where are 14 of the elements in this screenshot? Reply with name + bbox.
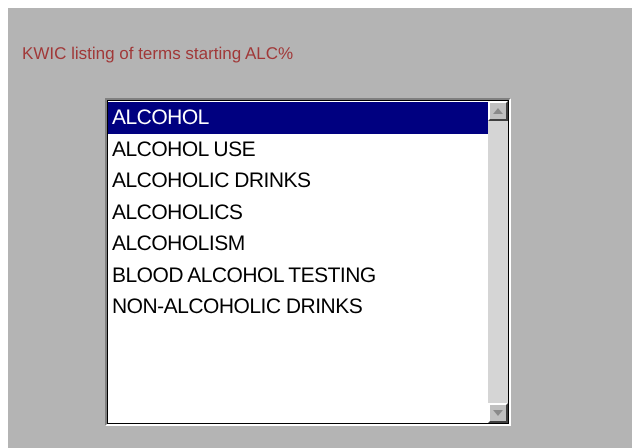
list-item[interactable]: ALCOHOL: [108, 102, 488, 134]
list-item[interactable]: ALCOHOL USE: [108, 134, 488, 165]
up-triangle-icon: [493, 108, 503, 114]
list-item[interactable]: ALCOHOLICS: [108, 196, 488, 228]
term-list[interactable]: ALCOHOL ALCOHOL USE ALCOHOLIC DRINKS ALCOHOLICS ALCOHOLISM BLOOD ALCOHOL TESTING NON-ALCOHOLIC DRINKS: [107, 100, 509, 424]
down-triangle-icon: [493, 410, 503, 416]
scroll-down-button[interactable]: [488, 403, 508, 423]
list-item[interactable]: ALCOHOLIC DRINKS: [108, 165, 488, 196]
list-item[interactable]: BLOOD ALCOHOL TESTING: [108, 260, 488, 291]
scroll-up-button[interactable]: [488, 101, 508, 121]
scrollbar[interactable]: [488, 101, 508, 423]
listing-heading: KWIC listing of terms starting ALC%: [22, 44, 294, 64]
list-item[interactable]: NON-ALCOHOLIC DRINKS: [108, 291, 488, 322]
list-item[interactable]: ALCOHOLISM: [108, 228, 488, 260]
